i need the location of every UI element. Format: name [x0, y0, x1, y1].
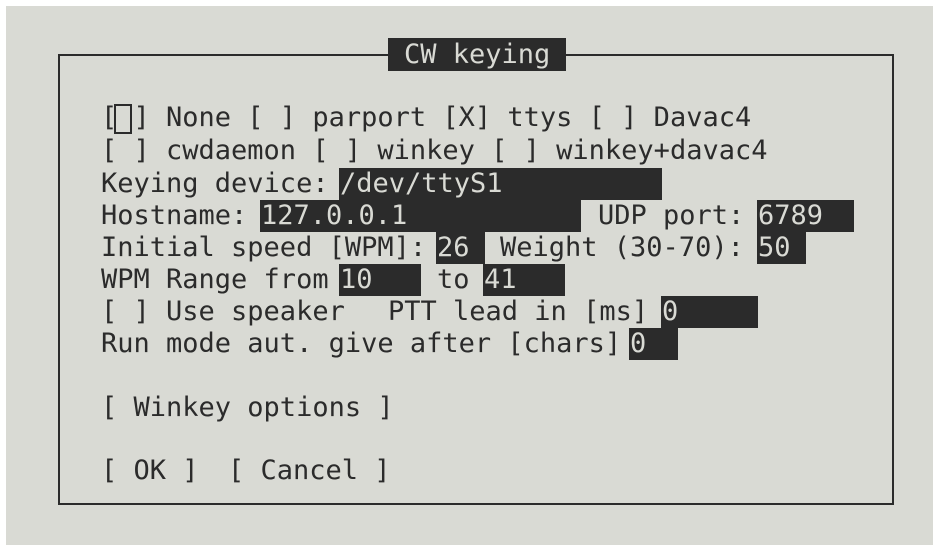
keying-device-input[interactable]: /dev/ttyS1 — [339, 168, 662, 200]
udp-port-input[interactable]: 6789 — [757, 200, 854, 232]
initial-speed-label: Initial speed [WPM]: — [101, 232, 427, 263]
ptt-lead-in-input[interactable]: 0 — [661, 296, 758, 328]
keyer-type-options-row2[interactable]: [ ] cwdaemon [ ] winkey [ ] winkey+davac… — [101, 135, 767, 167]
dialog-title: CW keying — [388, 38, 567, 71]
weight-label: Weight (30-70): — [500, 232, 744, 263]
udp-port-label: UDP port: — [598, 200, 745, 231]
wpm-range-from-input[interactable]: 10 — [339, 264, 421, 296]
text-cursor — [114, 104, 132, 134]
hostname-input[interactable]: 127.0.0.1 — [260, 200, 581, 232]
initial-speed-input[interactable]: 26 — [436, 232, 485, 264]
keyer-type-options-row1[interactable]: [ ] None [ ] parport [X] ttys [ ] Davac4 — [101, 102, 751, 134]
run-mode-input[interactable]: 0 — [629, 328, 678, 360]
wpm-range-to-input[interactable]: 41 — [483, 264, 565, 296]
winkey-options-button[interactable]: [ Winkey options ] — [101, 392, 394, 424]
use-speaker-checkbox[interactable]: [ ] Use speaker — [101, 296, 345, 328]
run-mode-label: Run mode aut. give after [chars] — [101, 328, 622, 359]
hostname-label: Hostname: — [101, 200, 248, 231]
wpm-range-to-label: to — [437, 264, 470, 295]
ok-button[interactable]: [ OK ] — [101, 455, 199, 487]
cancel-button[interactable]: [ Cancel ] — [228, 455, 391, 487]
keying-device-label: Keying device: — [101, 168, 329, 199]
ptt-lead-in-label: PTT lead in [ms] — [388, 296, 649, 327]
weight-input[interactable]: 50 — [757, 232, 806, 264]
wpm-range-label: WPM Range from — [101, 264, 329, 295]
